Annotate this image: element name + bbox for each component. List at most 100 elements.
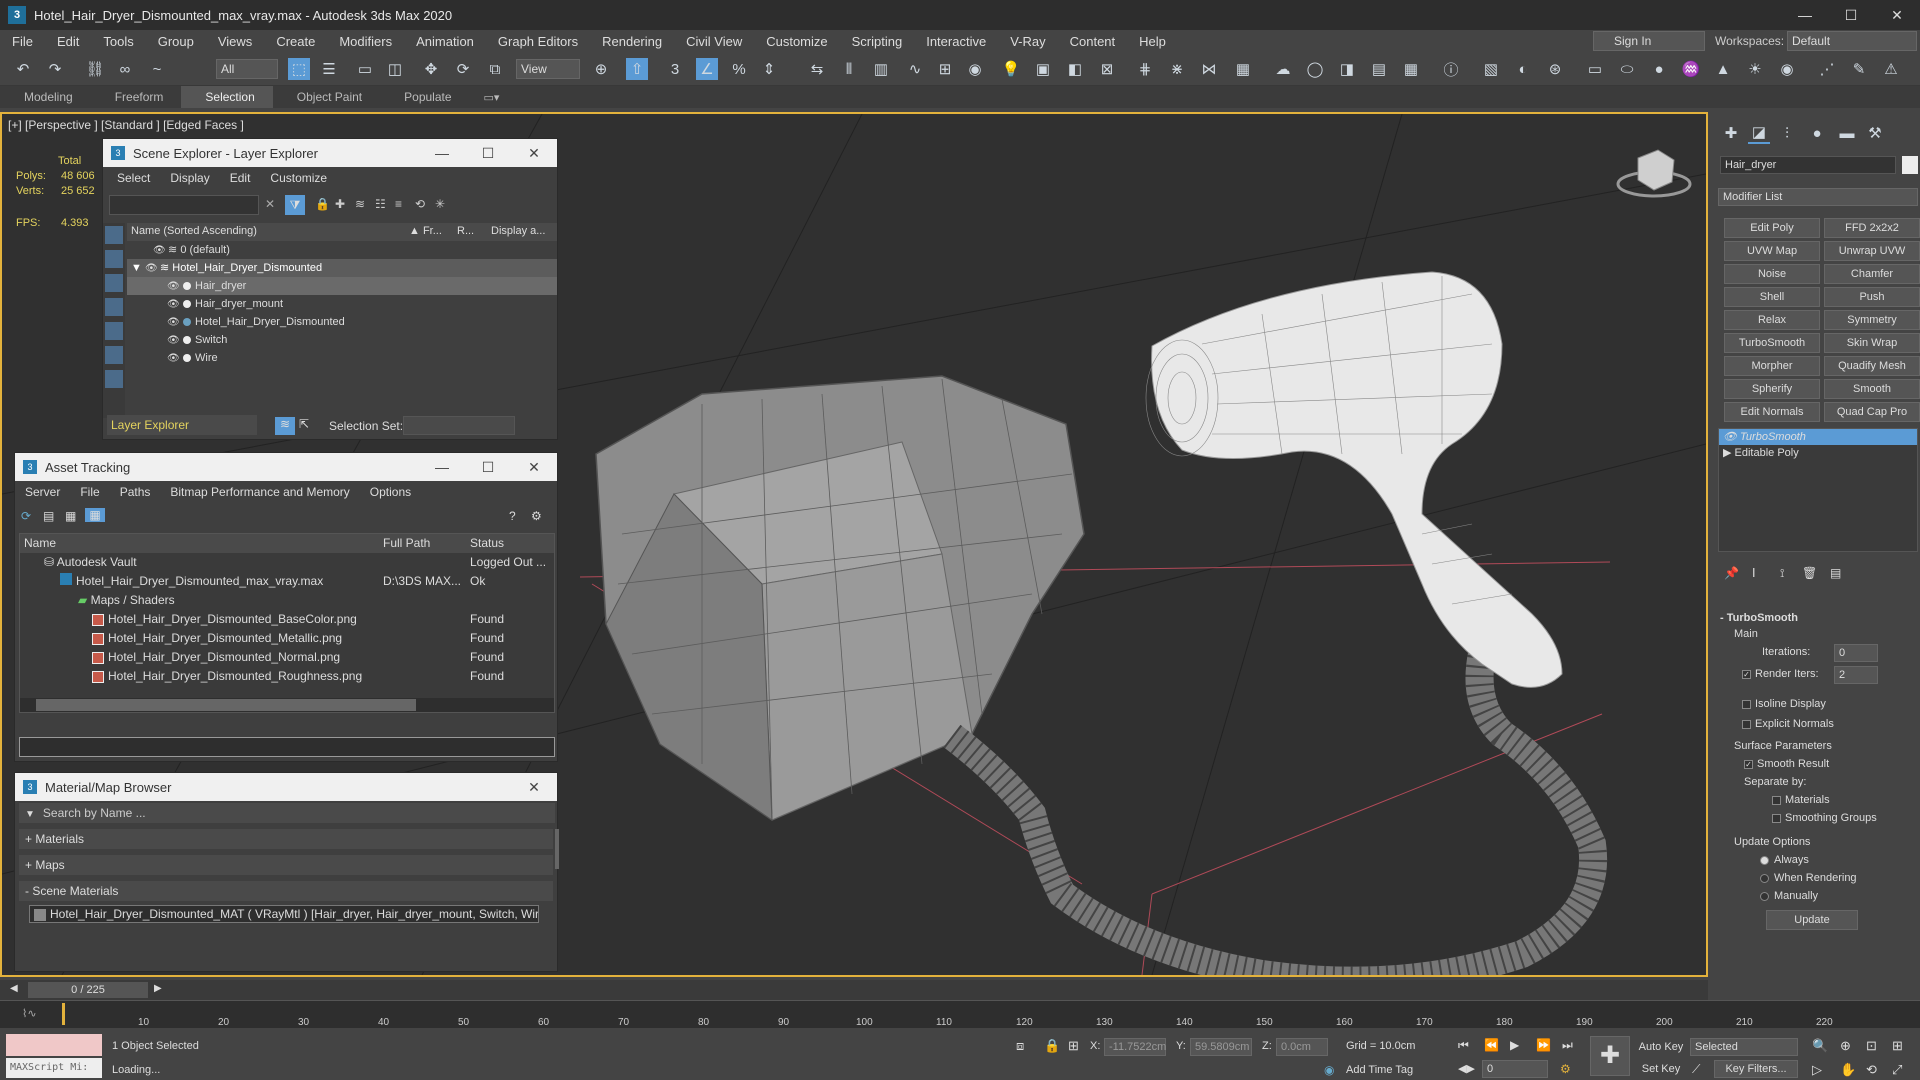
vray-box-icon[interactable]: ⬭: [1616, 58, 1638, 80]
visibility-eye-icon[interactable]: 👁: [167, 350, 180, 368]
move-icon[interactable]: ✥: [420, 58, 442, 80]
vray-grid-icon[interactable]: ⋕: [1134, 58, 1156, 80]
separate-smoothing-checkbox[interactable]: Smoothing Groups: [1772, 812, 1877, 824]
next-key-icon[interactable]: ⏩: [1536, 1038, 1551, 1052]
current-frame-field[interactable]: 0: [1482, 1060, 1548, 1078]
menu-animation[interactable]: Animation: [404, 34, 486, 49]
maximize-icon[interactable]: ☐: [465, 459, 511, 476]
turbosmooth-button[interactable]: TurboSmooth: [1724, 333, 1820, 353]
undo-icon[interactable]: ↶: [12, 58, 34, 80]
push-button[interactable]: Push: [1824, 287, 1920, 307]
isolate-selection-icon[interactable]: ⧈: [1016, 1038, 1024, 1054]
cameras-filter-icon[interactable]: [105, 298, 123, 316]
uvw-map-button[interactable]: UVW Map: [1724, 241, 1820, 261]
make-unique-icon[interactable]: ⟟: [1780, 566, 1784, 581]
table-row[interactable]: Hotel_Hair_Dryer_Dismounted_Normal.png Fo…: [20, 648, 554, 667]
vray-sphere-icon[interactable]: ●: [1648, 58, 1670, 80]
vray-clipper-icon[interactable]: ⋰: [1816, 58, 1838, 80]
update-manually-radio[interactable]: Manually: [1760, 890, 1818, 902]
visibility-eye-icon[interactable]: 👁: [167, 278, 180, 296]
schematic-view-icon[interactable]: ⊞: [934, 58, 956, 80]
unlink-icon[interactable]: ∞: [114, 58, 136, 80]
geometry-filter-icon[interactable]: [105, 226, 123, 244]
column-frozen[interactable]: ▲ Fr...: [409, 225, 442, 237]
add-time-tag[interactable]: Add Time Tag: [1346, 1064, 1413, 1076]
object-row-dummy[interactable]: 👁 Hotel_Hair_Dryer_Dismounted: [127, 313, 557, 331]
scene-material-item[interactable]: Hotel_Hair_Dryer_Dismounted_MAT ( VRayMt…: [29, 905, 539, 923]
pin-icon[interactable]: ⇱: [299, 417, 309, 431]
menu-content[interactable]: Content: [1058, 34, 1128, 49]
render-iters-spinner[interactable]: 2: [1834, 666, 1878, 684]
vray-proxy-icon[interactable]: ⋈: [1198, 58, 1220, 80]
key-target-dropdown[interactable]: Selected: [1690, 1038, 1798, 1056]
menu-file[interactable]: File: [70, 485, 109, 499]
percent-snap-icon[interactable]: %: [728, 58, 750, 80]
close-icon[interactable]: ✕: [511, 459, 557, 476]
rotate-icon[interactable]: ⟳: [452, 58, 474, 80]
select-object-icon[interactable]: ⬚: [288, 58, 310, 80]
chamfer-button[interactable]: Chamfer: [1824, 264, 1920, 284]
stack-item-editable-poly[interactable]: ▶ Editable Poly: [1719, 445, 1917, 461]
maxscript-mini-listener[interactable]: MAXScript Mi:: [6, 1058, 102, 1078]
tab-modeling[interactable]: Modeling: [0, 86, 91, 108]
zoom-extents-all-icon[interactable]: ⊞: [1892, 1038, 1903, 1054]
vray-scatter-icon[interactable]: ⋇: [1166, 58, 1188, 80]
expand-arrow-icon[interactable]: ▶: [1723, 447, 1731, 459]
menu-interactive[interactable]: Interactive: [914, 34, 998, 49]
grid-view-icon[interactable]: ▦: [85, 508, 105, 522]
vray-plane-icon[interactable]: ▭: [1584, 58, 1606, 80]
horizontal-scrollbar[interactable]: [20, 698, 554, 712]
table-row[interactable]: ⛁ Autodesk Vault Logged Out ...: [20, 553, 554, 572]
scene-materials-group[interactable]: - Scene Materials: [19, 881, 553, 901]
explorer-type-dropdown[interactable]: Layer Explorer: [107, 415, 257, 435]
object-row-hair-dryer[interactable]: 👁 Hair_dryer: [127, 277, 557, 295]
rect-selection-icon[interactable]: ▭: [354, 58, 376, 80]
maximize-icon[interactable]: ☐: [465, 145, 511, 162]
menu-options[interactable]: Options: [360, 485, 421, 499]
previous-key-icon[interactable]: ⏪: [1484, 1038, 1499, 1052]
column-render[interactable]: R...: [457, 225, 474, 237]
isoline-display-checkbox[interactable]: Isoline Display: [1742, 698, 1826, 710]
selection-filter-dropdown[interactable]: All: [216, 59, 278, 79]
y-coord-field[interactable]: 59.5809cm: [1190, 1038, 1252, 1056]
unwrap-uvw-button[interactable]: Unwrap UVW: [1824, 241, 1920, 261]
quadify-mesh-button[interactable]: Quadify Mesh: [1824, 356, 1920, 376]
clear-search-icon[interactable]: ✕: [265, 197, 275, 211]
vray-ies-icon[interactable]: ▲: [1712, 58, 1734, 80]
vray-tex-icon[interactable]: ▤: [1368, 58, 1390, 80]
sign-in-dropdown[interactable]: Sign In: [1593, 31, 1705, 51]
key-mode-icon[interactable]: ◀▶: [1458, 1062, 1475, 1075]
absolute-mode-icon[interactable]: ⊞: [1068, 1038, 1079, 1054]
tab-freeform[interactable]: Freeform: [91, 86, 182, 108]
table-view-icon[interactable]: ▦: [65, 509, 76, 523]
object-row-wire[interactable]: 👁 Wire: [127, 349, 557, 367]
configure-sets-icon[interactable]: ▤: [1830, 566, 1841, 580]
menu-group[interactable]: Group: [146, 34, 206, 49]
vray-dome-icon[interactable]: ◯: [1304, 58, 1326, 80]
settings-icon[interactable]: ⚙: [531, 509, 542, 523]
smooth-button[interactable]: Smooth: [1824, 379, 1920, 399]
ribbon-options-icon[interactable]: ▭▾: [484, 91, 500, 104]
visibility-eye-icon[interactable]: 👁: [167, 296, 180, 314]
time-slider-thumb[interactable]: 0 / 225: [28, 982, 148, 998]
material-browser-titlebar[interactable]: 3 Material/Map Browser ✕: [15, 773, 557, 801]
prev-frame-arrow-icon[interactable]: ◀: [10, 983, 18, 994]
menu-customize[interactable]: Customize: [754, 34, 839, 49]
time-config-icon[interactable]: ⚙: [1560, 1062, 1571, 1076]
modify-tab-icon[interactable]: ◪: [1748, 122, 1770, 144]
scrollbar-thumb[interactable]: [36, 699, 416, 711]
filter-icon[interactable]: ⧩: [285, 195, 305, 215]
vray-info-icon[interactable]: ⓘ: [1440, 58, 1462, 80]
render-setup-icon[interactable]: ▣: [1032, 58, 1054, 80]
vray-globe-icon[interactable]: ◐: [1512, 58, 1534, 80]
bind-spacewarp-icon[interactable]: ~: [146, 58, 168, 80]
separate-materials-checkbox[interactable]: Materials: [1772, 794, 1830, 806]
update-always-radio[interactable]: Always: [1760, 854, 1809, 866]
default-tangents-icon[interactable]: ⟋: [1692, 1062, 1700, 1077]
help-icon[interactable]: ?: [509, 509, 516, 523]
menu-create[interactable]: Create: [264, 34, 327, 49]
helpers-filter-icon[interactable]: [105, 322, 123, 340]
spacewarps-filter-icon[interactable]: [105, 346, 123, 364]
asset-tracking-titlebar[interactable]: 3 Asset Tracking — ☐ ✕: [15, 453, 557, 481]
vray-ptex-icon[interactable]: ⚠: [1880, 58, 1902, 80]
